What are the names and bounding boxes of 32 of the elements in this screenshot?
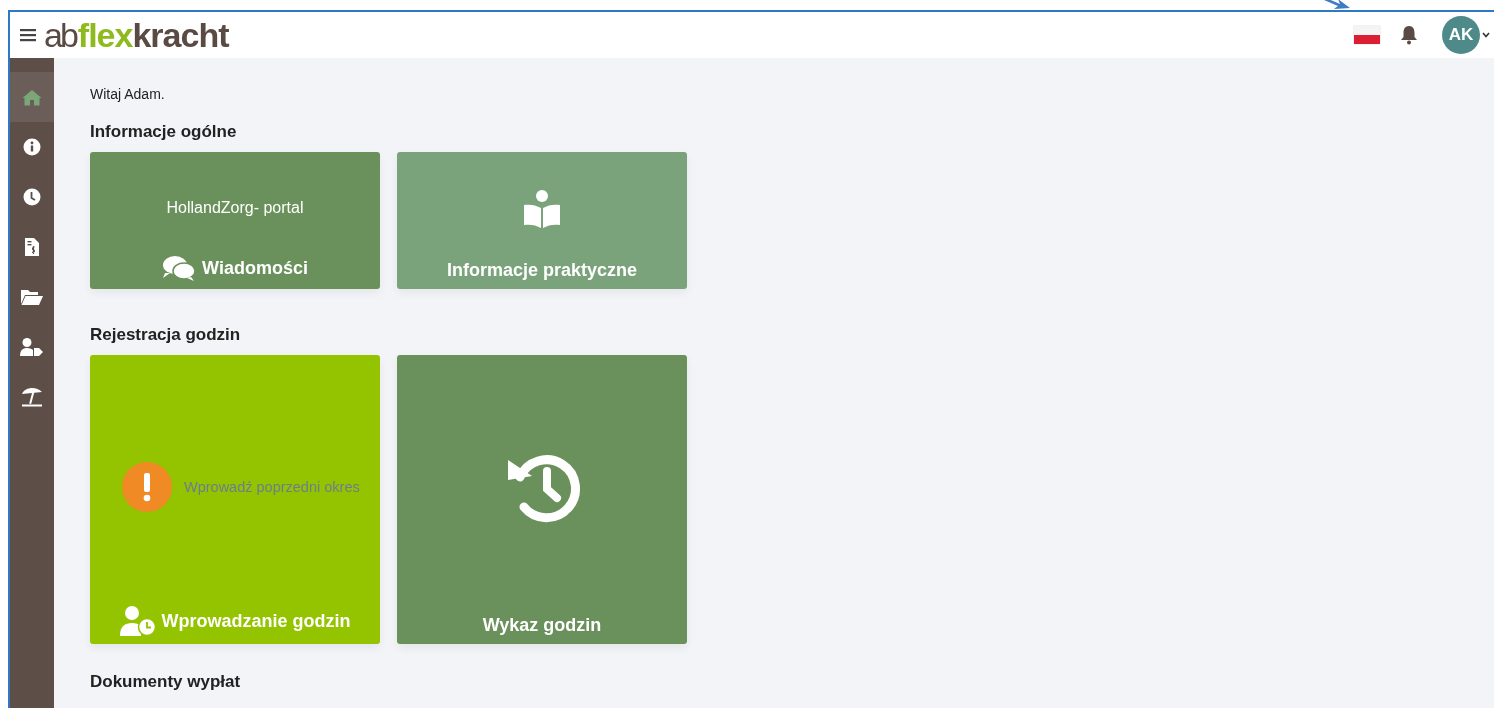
dashboard-tile[interactable]: Wykaz godzin: [397, 355, 687, 644]
flag-icon[interactable]: [1354, 26, 1380, 44]
info-icon: [23, 138, 41, 156]
reading-person-icon: [522, 189, 562, 229]
caret-icon[interactable]: [1482, 32, 1490, 38]
section-heading: Dokumenty wypłat: [90, 672, 242, 692]
dashboard-tile[interactable]: Informacje praktyczne: [397, 152, 687, 289]
logo[interactable]: abflexkracht: [44, 18, 229, 52]
home-icon: [22, 88, 42, 106]
section-heading: Rejestracja godzin: [90, 325, 242, 345]
clock-icon: [23, 188, 41, 206]
alert-text: Wprowadź poprzedni okres: [184, 479, 360, 495]
user-avatar[interactable]: AK: [1442, 16, 1480, 54]
pointer-arrow-drawing: [1324, 0, 1350, 10]
tile-label: Informacje praktyczne: [446, 260, 638, 281]
dashboard-tile[interactable]: Wprowadź poprzedni okres Wprowadzanie godzin: [90, 355, 380, 644]
invoice-icon: [25, 238, 39, 256]
warning-icon: [122, 462, 172, 512]
user-tag-icon: [20, 338, 44, 356]
dashboard-tile[interactable]: HollandZorg- portal Wiadomości: [90, 152, 380, 289]
tile-label: Wykaz godzin: [482, 615, 602, 636]
bell-icon[interactable]: [1400, 25, 1418, 45]
menu-icon[interactable]: [20, 28, 36, 42]
folder-icon: [21, 289, 43, 305]
chat-bubbles-icon: [162, 255, 197, 281]
tile-label: Wiadomości: [202, 257, 308, 279]
section-heading: Informacje ogólne: [90, 122, 238, 142]
beach-umbrella-icon: [20, 387, 44, 407]
user-clock-icon: [119, 606, 156, 636]
tile-label: Wprowadzanie godzin: [161, 610, 351, 632]
tile-subtitle: HollandZorg- portal: [166, 199, 304, 217]
greeting-text: Witaj Adam.: [90, 86, 166, 102]
